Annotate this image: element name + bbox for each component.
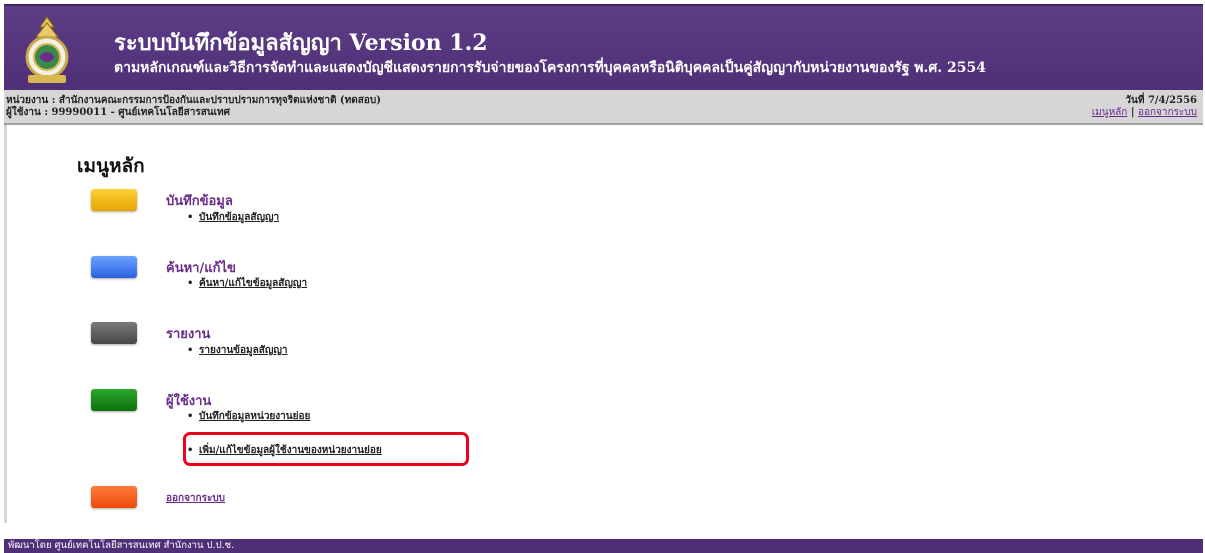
highlight-box (183, 432, 469, 466)
bullet-icon: • (187, 278, 194, 289)
logout-swatch (91, 486, 137, 508)
main-content: เมนูหลัก บันทึกข้อมูล • บันทึกข้อมูลสัญญา… (4, 125, 1203, 523)
top-links: เมนูหลัก | ออกจากระบบ (1092, 107, 1197, 119)
logout-top-link[interactable]: ออกจากระบบ (1138, 107, 1197, 118)
agency-label: หน่วยงาน : สำนักงานคณะกรรมการป้องกันและป… (6, 95, 381, 106)
link-search-contract[interactable]: ค้นหา/แก้ไขข้อมูลสัญญา (199, 278, 307, 289)
link-separator: | (1127, 107, 1138, 118)
record-data-swatch (91, 189, 137, 211)
section-title-user: ผู้ใช้งาน (166, 394, 212, 409)
link-record-contract[interactable]: บันทึกข้อมูลสัญญา (199, 212, 279, 223)
section-title-search: ค้นหา/แก้ไข (166, 261, 236, 276)
date-label: วันที่ 7/4/2556 (1125, 95, 1197, 106)
app-subtitle: ตามหลักเกณฑ์และวิธีการจัดทำและแสดงบัญชีแ… (114, 60, 987, 76)
session-info: วันที่ 7/4/2556 เมนูหลัก | ออกจากระบบ (1092, 95, 1197, 119)
app-header: ระบบบันทึกข้อมูลสัญญา Version 1.2 ตามหลั… (4, 4, 1203, 90)
app-title: ระบบบันทึกข้อมูลสัญญา Version 1.2 (114, 30, 488, 56)
footer: พัฒนาโดย ศูนย์เทคโนโลยีสารสนเทศ สำนักงาน… (4, 523, 1203, 553)
user-info: หน่วยงาน : สำนักงานคณะกรรมการป้องกันและป… (6, 95, 381, 119)
page-frame: ระบบบันทึกข้อมูลสัญญา Version 1.2 ตามหลั… (4, 4, 1203, 553)
report-swatch (91, 322, 137, 344)
section-title-report: รายงาน (166, 327, 211, 342)
agency-emblem-icon (25, 16, 69, 83)
bullet-icon: • (187, 345, 194, 356)
section-link-report-contract: • รายงานข้อมูลสัญญา (187, 343, 288, 358)
menu-heading: เมนูหลัก (77, 155, 145, 177)
section-title-record: บันทึกข้อมูล (166, 194, 233, 209)
search-edit-swatch (91, 256, 137, 278)
section-link-record-contract: • บันทึกข้อมูลสัญญา (187, 210, 279, 225)
main-menu-link[interactable]: เมนูหลัก (1092, 107, 1128, 118)
user-swatch (91, 389, 137, 411)
logout-link[interactable]: ออกจากระบบ (166, 491, 225, 506)
info-bar: หน่วยงาน : สำนักงานคณะกรรมการป้องกันและป… (4, 90, 1203, 125)
link-sub-agency[interactable]: บันทึกข้อมูลหน่วยงานย่อย (199, 411, 310, 422)
section-link-search-contract: • ค้นหา/แก้ไขข้อมูลสัญญา (187, 276, 307, 291)
section-link-sub-agency: • บันทึกข้อมูลหน่วยงานย่อย (187, 409, 310, 424)
bullet-icon: • (187, 212, 194, 223)
footer-text: พัฒนาโดย ศูนย์เทคโนโลยีสารสนเทศ สำนักงาน… (4, 539, 1203, 553)
bullet-icon: • (187, 411, 194, 422)
link-report-contract[interactable]: รายงานข้อมูลสัญญา (199, 345, 288, 356)
user-label: ผู้ใช้งาน : 99990011 - ศูนย์เทคโนโลยีสาร… (6, 107, 230, 118)
